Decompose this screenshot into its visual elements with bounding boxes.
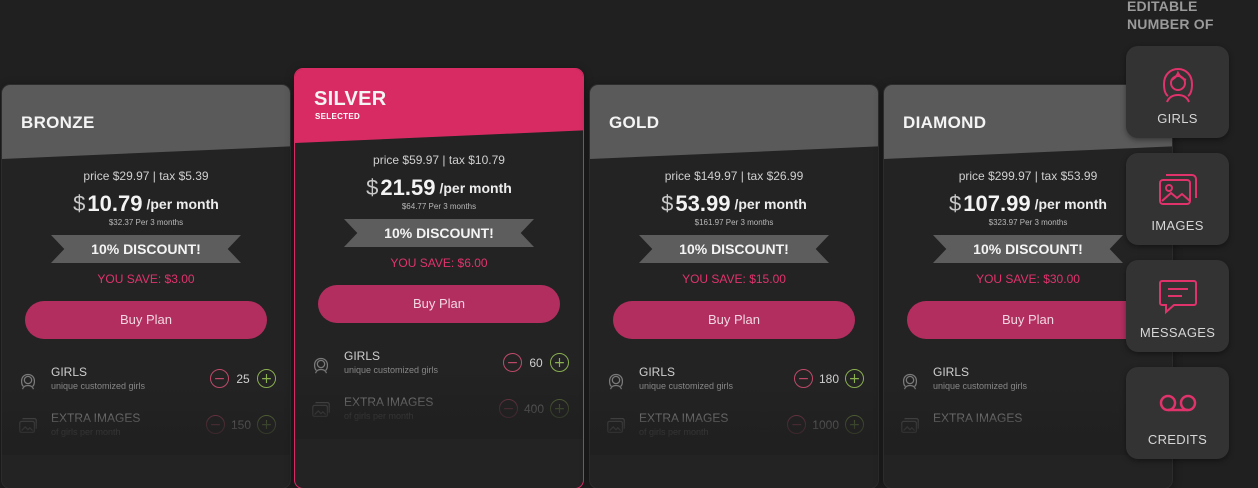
rail-button-images[interactable]: IMAGES (1126, 153, 1229, 245)
price-per-3-months: $64.77 Per 3 months (401, 202, 477, 211)
price-amount: 53.99 (675, 191, 731, 216)
plan-title: BRONZE (21, 113, 95, 132)
main-price: $53.99/per month (590, 191, 878, 217)
rail-label: IMAGES (1151, 218, 1204, 233)
quantity-stepper: − 180 + (793, 369, 864, 388)
increase-button[interactable]: + (845, 369, 864, 388)
discount-ribbon: 10% DISCOUNT! (933, 235, 1123, 263)
quantity-stepper: − 60 + (503, 353, 569, 372)
main-price: $21.59/per month (295, 175, 583, 201)
buy-plan-button[interactable]: Buy Plan (25, 301, 267, 339)
increase-button[interactable]: + (257, 369, 276, 388)
plan-title: GOLD (609, 113, 660, 132)
quantity-value: 60 (529, 355, 543, 370)
quantity-stepper: − 150 + (205, 415, 276, 434)
feature-girls: GIRLS unique customized girls − 180 + (590, 363, 878, 409)
feature-extra-images: EXTRA IMAGES of girls per month − 1000 + (590, 409, 878, 455)
price-per-3-months: $32.37 Per 3 months (108, 218, 184, 227)
currency-symbol: $ (366, 175, 379, 200)
increase-button[interactable]: + (845, 415, 864, 434)
images-icon (312, 402, 330, 418)
plan-header: SILVER SELECTED (295, 69, 583, 143)
rail-button-credits[interactable]: CREDITS (1126, 367, 1229, 459)
rail-button-girls[interactable]: GIRLS (1126, 46, 1229, 138)
buy-plan-button[interactable]: Buy Plan (318, 285, 560, 323)
message-icon (1159, 280, 1197, 315)
images-icon (1159, 174, 1197, 205)
girl-icon (1162, 67, 1194, 103)
feature-list: GIRLS unique customized girls − 25 + EXT… (2, 363, 290, 455)
girl-icon (902, 373, 918, 390)
price-line: price $29.97 | tax $5.39 (83, 169, 209, 183)
currency-symbol: $ (73, 191, 86, 216)
rail-button-messages[interactable]: MESSAGES (1126, 260, 1229, 352)
buy-plan-button[interactable]: Buy Plan (613, 301, 855, 339)
decrease-button[interactable]: − (793, 369, 813, 388)
quantity-stepper: − 400 + (498, 399, 569, 418)
increase-button[interactable]: + (550, 353, 569, 372)
increase-button[interactable]: + (550, 399, 569, 418)
rail-title: EDITABLE NUMBER OF (1127, 0, 1214, 32)
price-amount: 10.79 (87, 191, 143, 216)
discount-ribbon: 10% DISCOUNT! (344, 219, 534, 247)
price-period: /per month (439, 180, 512, 196)
buy-plan-button[interactable]: Buy Plan (907, 301, 1149, 339)
plan-header: BRONZE (2, 85, 290, 159)
images-icon (607, 418, 625, 434)
increase-button[interactable]: + (257, 415, 276, 434)
rail-label: MESSAGES (1139, 325, 1216, 340)
feature-extra-images: EXTRA IMAGES of girls per month − 400 + (295, 393, 583, 439)
selected-badge: SELECTED (315, 112, 361, 121)
feature-list: GIRLS unique customized girls − 60 + EXT… (295, 347, 583, 439)
rail-label: GIRLS (1157, 111, 1198, 126)
decrease-button[interactable]: − (210, 369, 229, 388)
plan-card-gold[interactable]: GOLD price $149.97 | tax $26.99 $53.99/p… (590, 85, 878, 488)
quantity-value: 1000 (812, 417, 839, 432)
price-line: price $59.97 | tax $10.79 (373, 153, 505, 167)
discount-ribbon: 10% DISCOUNT! (51, 235, 241, 263)
main-price: $10.79/per month (2, 191, 290, 217)
decrease-button[interactable]: − (498, 399, 518, 418)
price-amount: 21.59 (380, 175, 436, 200)
price-period: /per month (734, 196, 807, 212)
currency-symbol: $ (661, 191, 674, 216)
decrease-button[interactable]: − (205, 415, 225, 434)
price-per-3-months: $161.97 Per 3 months (694, 218, 774, 227)
decrease-button[interactable]: − (787, 415, 807, 434)
plan-title: DIAMOND (903, 113, 987, 132)
quantity-stepper: − 25 + (210, 369, 276, 388)
voicemail-icon (1159, 394, 1197, 412)
price-line: price $149.97 | tax $26.99 (664, 169, 804, 183)
plan-header: GOLD (590, 85, 878, 159)
plan-card-bronze[interactable]: BRONZE price $29.97 | tax $5.39 $10.79/p… (2, 85, 290, 488)
currency-symbol: $ (949, 191, 962, 216)
feature-list: GIRLS unique customized girls − 180 + EX… (590, 363, 878, 455)
images-icon (901, 418, 919, 434)
decrease-button[interactable]: − (503, 353, 522, 372)
quantity-stepper: − 1000 + (787, 415, 864, 434)
girl-icon (20, 373, 36, 390)
rail-label: CREDITS (1147, 432, 1208, 447)
savings-text: YOU SAVE: $3.00 (97, 272, 195, 286)
discount-ribbon: 10% DISCOUNT! (639, 235, 829, 263)
savings-text: YOU SAVE: $6.00 (390, 256, 488, 270)
quantity-value: 25 (236, 371, 250, 386)
quantity-value: 150 (230, 417, 251, 432)
savings-text: YOU SAVE: $15.00 (682, 272, 786, 286)
plan-title: SILVER (314, 88, 387, 110)
feature-girls: GIRLS unique customized girls − 60 + (295, 347, 583, 393)
feature-extra-images: EXTRA IMAGES of girls per month − 150 + (2, 409, 290, 455)
price-amount: 107.99 (963, 191, 1031, 216)
price-period: /per month (1034, 196, 1107, 212)
feature-girls: GIRLS unique customized girls − 25 + (2, 363, 290, 409)
girl-icon (608, 373, 624, 390)
price-period: /per month (146, 196, 219, 212)
quantity-value: 400 (523, 401, 544, 416)
plan-card-silver[interactable]: SILVER SELECTED price $59.97 | tax $10.7… (295, 69, 583, 488)
girl-icon (313, 357, 329, 374)
images-icon (19, 418, 37, 434)
quantity-value: 180 (818, 371, 839, 386)
